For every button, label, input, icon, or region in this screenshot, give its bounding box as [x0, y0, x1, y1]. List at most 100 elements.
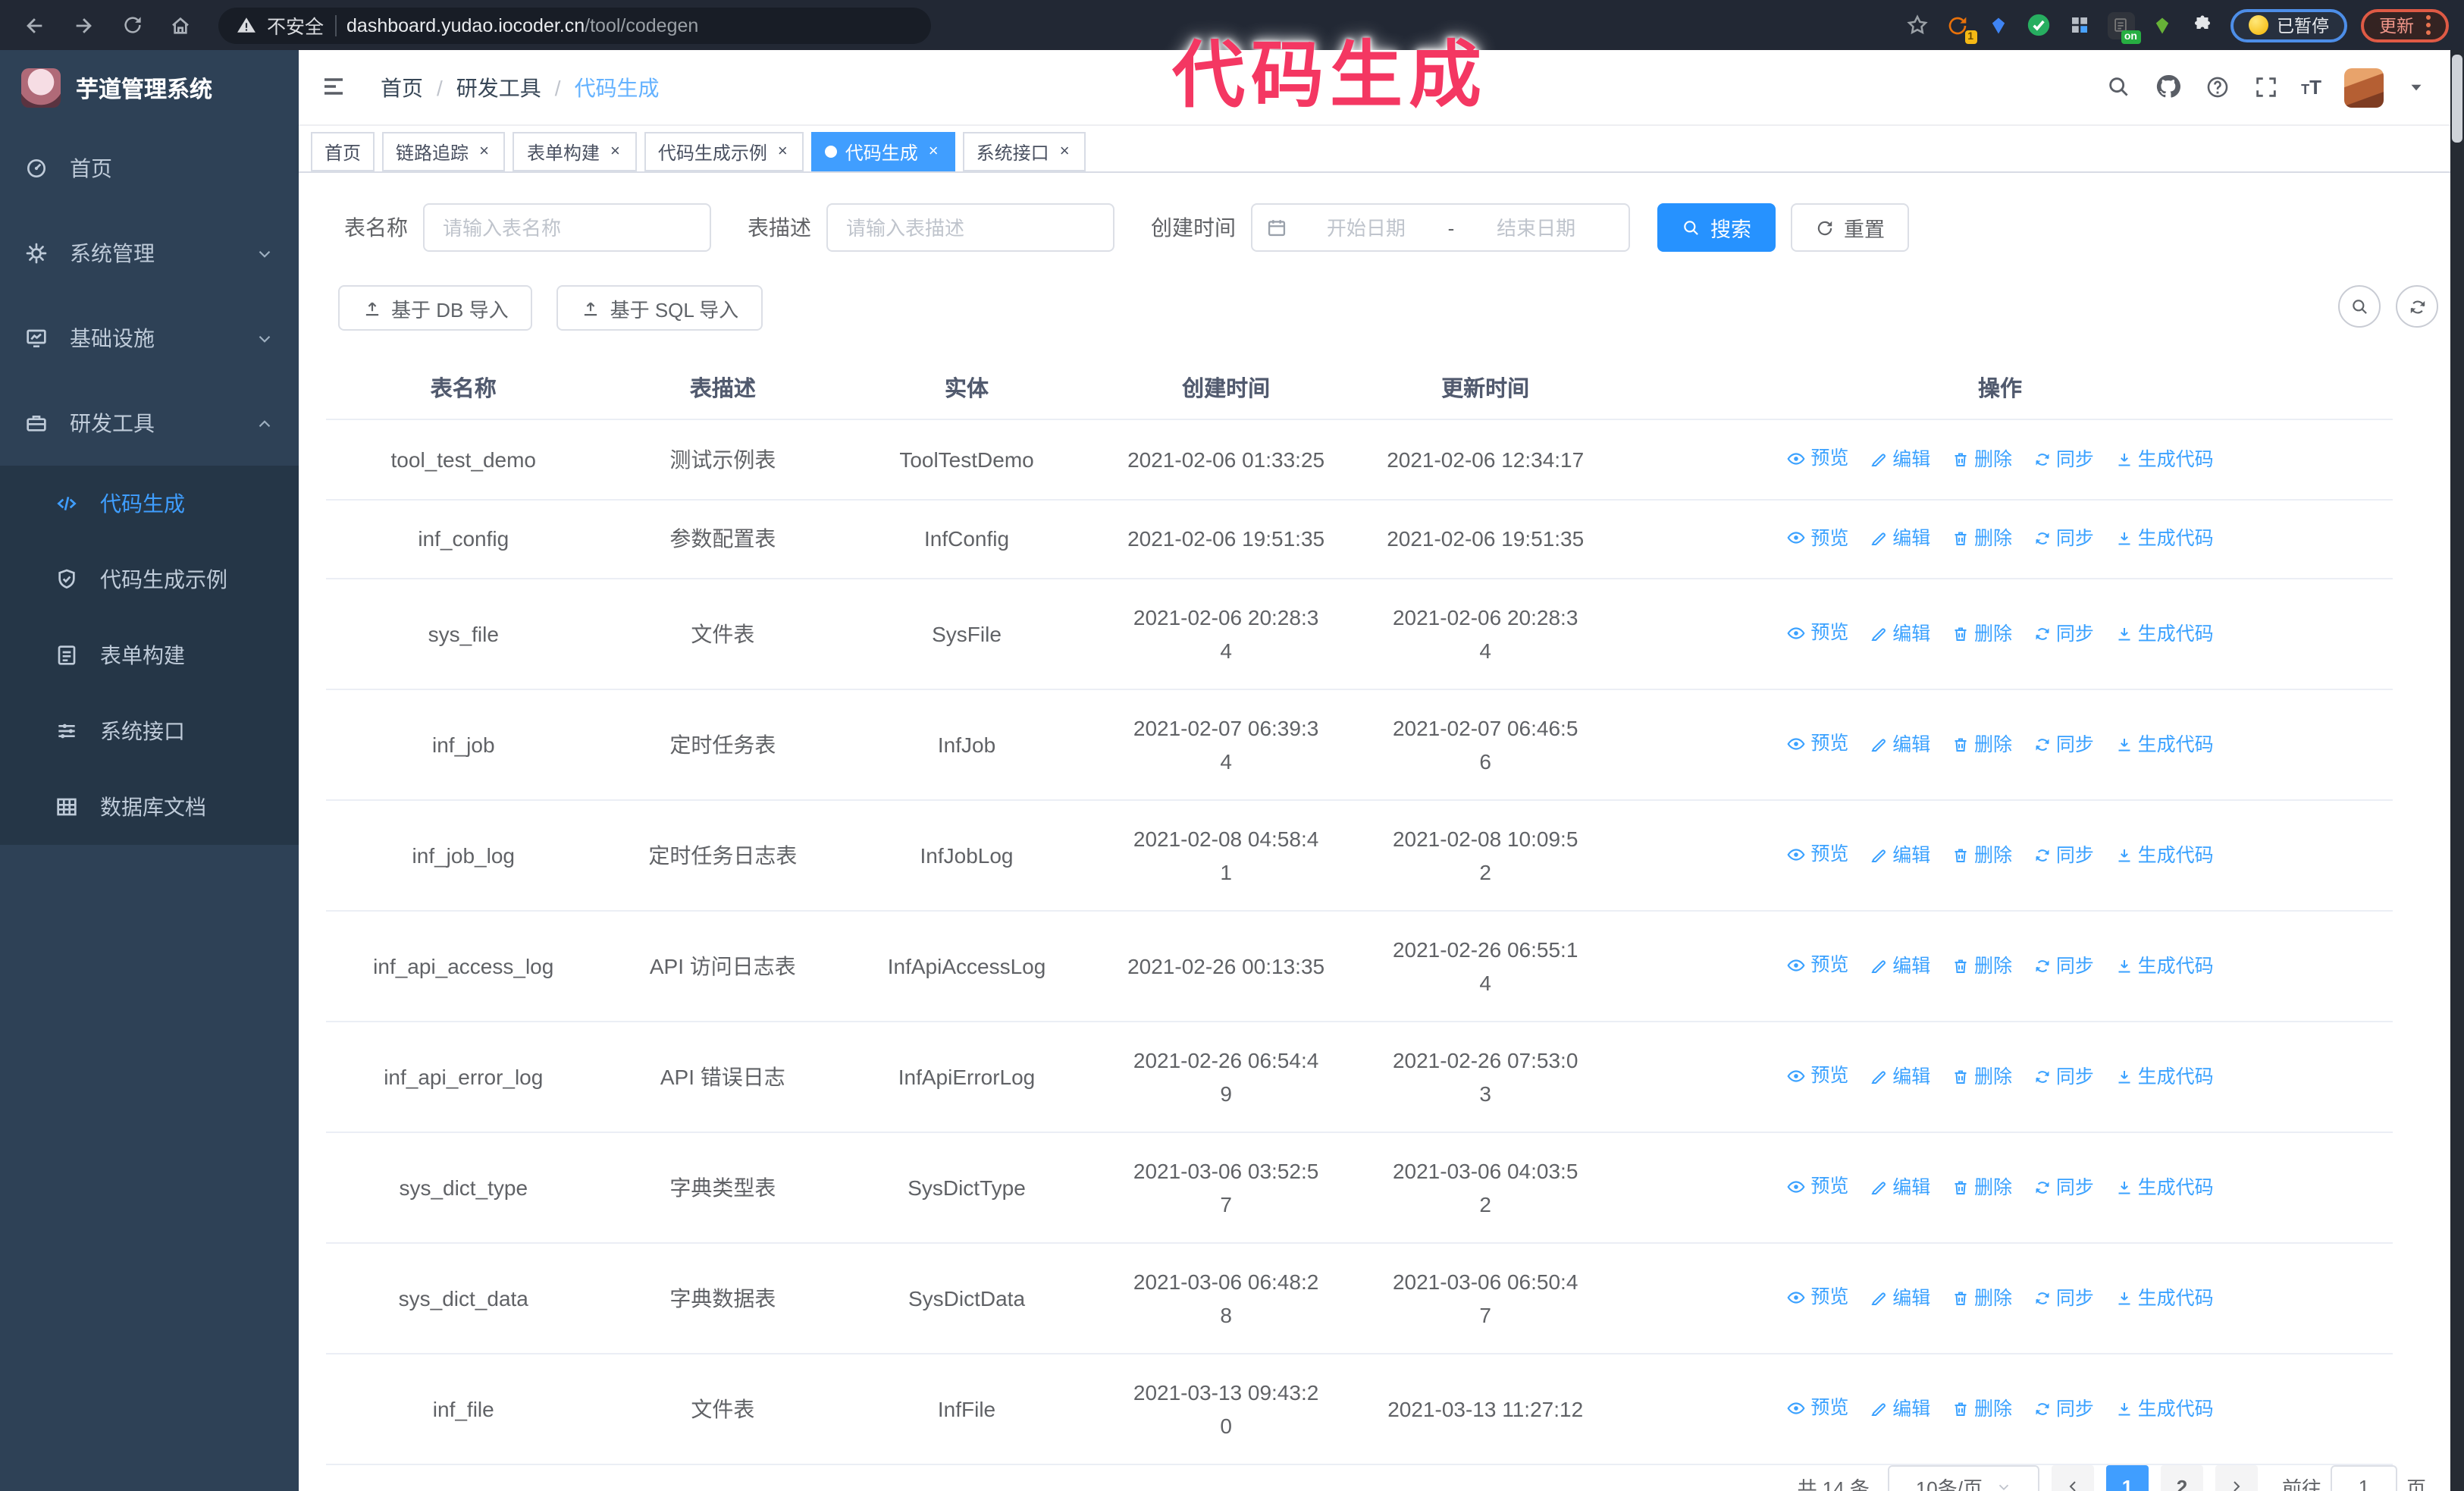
edit-link[interactable]: 编辑: [1870, 1282, 1930, 1315]
delete-link[interactable]: 删除: [1951, 1060, 2012, 1094]
import-sql-button[interactable]: 基于 SQL 导入: [556, 285, 763, 331]
sync-link[interactable]: 同步: [2033, 617, 2094, 651]
delete-link[interactable]: 删除: [1951, 442, 2012, 476]
generate-code-link[interactable]: 生成代码: [2115, 1392, 2214, 1426]
tab[interactable]: 表单构建 ×: [513, 132, 637, 171]
extension-icon-3[interactable]: [2025, 11, 2052, 39]
browser-home-icon[interactable]: [161, 5, 200, 45]
sidebar-item[interactable]: 基础设施: [0, 296, 299, 381]
extension-icon-4[interactable]: [2066, 11, 2093, 39]
extension-icon-7[interactable]: [2189, 11, 2216, 39]
preview-link[interactable]: 预览: [1786, 521, 1848, 554]
close-tab-icon[interactable]: ×: [926, 142, 942, 162]
goto-page-input[interactable]: [2330, 1465, 2397, 1491]
prev-page-button[interactable]: [2051, 1465, 2094, 1491]
sidebar-item[interactable]: 代码生成示例: [0, 541, 299, 617]
close-tab-icon[interactable]: ×: [775, 142, 791, 162]
preview-link[interactable]: 预览: [1786, 617, 1848, 650]
edit-link[interactable]: 编辑: [1870, 1060, 1930, 1094]
preview-link[interactable]: 预览: [1786, 1392, 1848, 1425]
page-button-2[interactable]: 2: [2160, 1465, 2203, 1491]
next-page-button[interactable]: [2215, 1465, 2258, 1491]
sync-link[interactable]: 同步: [2033, 1282, 2094, 1315]
sidebar-item[interactable]: 系统管理: [0, 211, 299, 296]
delete-link[interactable]: 删除: [1951, 1171, 2012, 1204]
sync-link[interactable]: 同步: [2033, 442, 2094, 476]
sidebar-item[interactable]: 代码生成: [0, 466, 299, 541]
hamburger-icon[interactable]: [311, 64, 356, 110]
edit-link[interactable]: 编辑: [1870, 1171, 1930, 1204]
edit-link[interactable]: 编辑: [1870, 728, 1930, 761]
date-range-picker[interactable]: -: [1251, 203, 1630, 252]
tab[interactable]: 系统接口 ×: [962, 132, 1086, 171]
user-menu-caret-icon[interactable]: [2406, 74, 2426, 101]
table-desc-input[interactable]: [826, 203, 1114, 252]
preview-link[interactable]: 预览: [1786, 949, 1848, 982]
browser-update-button[interactable]: 更新: [2361, 8, 2449, 42]
edit-link[interactable]: 编辑: [1870, 617, 1930, 651]
search-button[interactable]: 搜索: [1657, 203, 1776, 252]
preview-link[interactable]: 预览: [1786, 1059, 1848, 1093]
tab[interactable]: 链路追踪 ×: [382, 132, 506, 171]
edit-link[interactable]: 编辑: [1870, 950, 1930, 983]
breadcrumb-group[interactable]: 研发工具: [456, 72, 541, 102]
sync-link[interactable]: 同步: [2033, 839, 2094, 872]
sync-link[interactable]: 同步: [2033, 1392, 2094, 1426]
browser-reload-icon[interactable]: [112, 5, 152, 45]
help-icon[interactable]: [2204, 74, 2230, 101]
generate-code-link[interactable]: 生成代码: [2115, 728, 2214, 761]
generate-code-link[interactable]: 生成代码: [2115, 1171, 2214, 1204]
edit-link[interactable]: 编辑: [1870, 839, 1930, 872]
tab[interactable]: 代码生成示例 ×: [644, 132, 804, 171]
preview-link[interactable]: 预览: [1786, 727, 1848, 761]
edit-link[interactable]: 编辑: [1870, 442, 1930, 476]
generate-code-link[interactable]: 生成代码: [2115, 617, 2214, 651]
header-search-icon[interactable]: [2105, 74, 2131, 101]
browser-forward-icon[interactable]: [64, 5, 103, 45]
start-date-input[interactable]: [1287, 216, 1445, 239]
avatar[interactable]: [2344, 67, 2384, 107]
page-scrollbar[interactable]: [2450, 50, 2464, 1491]
refresh-table-button[interactable]: [2396, 285, 2438, 328]
generate-code-link[interactable]: 生成代码: [2115, 950, 2214, 983]
extension-icon-1[interactable]: 1: [1943, 11, 1977, 43]
sync-link[interactable]: 同步: [2033, 1060, 2094, 1094]
sidebar-item[interactable]: 系统接口: [0, 693, 299, 769]
sidebar-item[interactable]: 研发工具: [0, 381, 299, 466]
close-tab-icon[interactable]: ×: [607, 142, 623, 162]
delete-link[interactable]: 删除: [1951, 728, 2012, 761]
edit-link[interactable]: 编辑: [1870, 522, 1930, 555]
generate-code-link[interactable]: 生成代码: [2115, 522, 2214, 555]
sync-link[interactable]: 同步: [2033, 522, 2094, 555]
paused-badge[interactable]: 已暂停: [2230, 8, 2347, 42]
close-tab-icon[interactable]: ×: [1057, 142, 1073, 162]
browser-back-icon[interactable]: [15, 5, 55, 45]
import-db-button[interactable]: 基于 DB 导入: [338, 285, 533, 331]
generate-code-link[interactable]: 生成代码: [2115, 1282, 2214, 1315]
sync-link[interactable]: 同步: [2033, 728, 2094, 761]
sidebar-item[interactable]: 首页: [0, 126, 299, 211]
delete-link[interactable]: 删除: [1951, 1282, 2012, 1315]
sidebar-item[interactable]: 数据库文档: [0, 769, 299, 845]
delete-link[interactable]: 删除: [1951, 1392, 2012, 1426]
breadcrumb-home[interactable]: 首页: [381, 72, 423, 102]
sidebar-item[interactable]: 表单构建: [0, 617, 299, 693]
scrollbar-thumb[interactable]: [2452, 55, 2462, 143]
generate-code-link[interactable]: 生成代码: [2115, 442, 2214, 476]
toggle-search-button[interactable]: [2338, 285, 2381, 328]
sync-link[interactable]: 同步: [2033, 1171, 2094, 1204]
preview-link[interactable]: 预览: [1786, 838, 1848, 871]
github-icon[interactable]: [2154, 74, 2181, 101]
delete-link[interactable]: 删除: [1951, 839, 2012, 872]
end-date-input[interactable]: [1457, 216, 1615, 239]
extension-icon-2[interactable]: [1984, 11, 2011, 39]
preview-link[interactable]: 预览: [1786, 441, 1848, 475]
table-name-input[interactable]: [423, 203, 711, 252]
close-tab-icon[interactable]: ×: [476, 142, 492, 162]
browser-menu-icon[interactable]: [2426, 15, 2431, 35]
generate-code-link[interactable]: 生成代码: [2115, 1060, 2214, 1094]
font-size-icon[interactable]: TT: [2301, 76, 2321, 99]
preview-link[interactable]: 预览: [1786, 1170, 1848, 1204]
edit-link[interactable]: 编辑: [1870, 1392, 1930, 1426]
app-logo[interactable]: 芋道管理系统: [0, 50, 299, 126]
